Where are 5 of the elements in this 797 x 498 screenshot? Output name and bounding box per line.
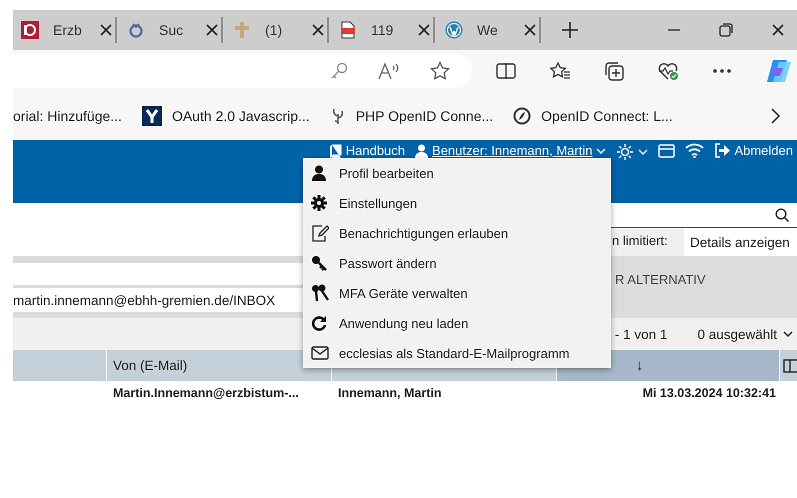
table-cell-text: Innemann, Martin: [337, 385, 442, 402]
paging-info: - 1 von 1: [614, 326, 668, 342]
filter-label: R ALTERNATIV: [614, 271, 707, 289]
table-cell-text: Martin.Innemann@erzbistum-...: [112, 385, 300, 402]
table-cell-text: Mi 13.03.2024 10:32:41: [642, 385, 777, 402]
